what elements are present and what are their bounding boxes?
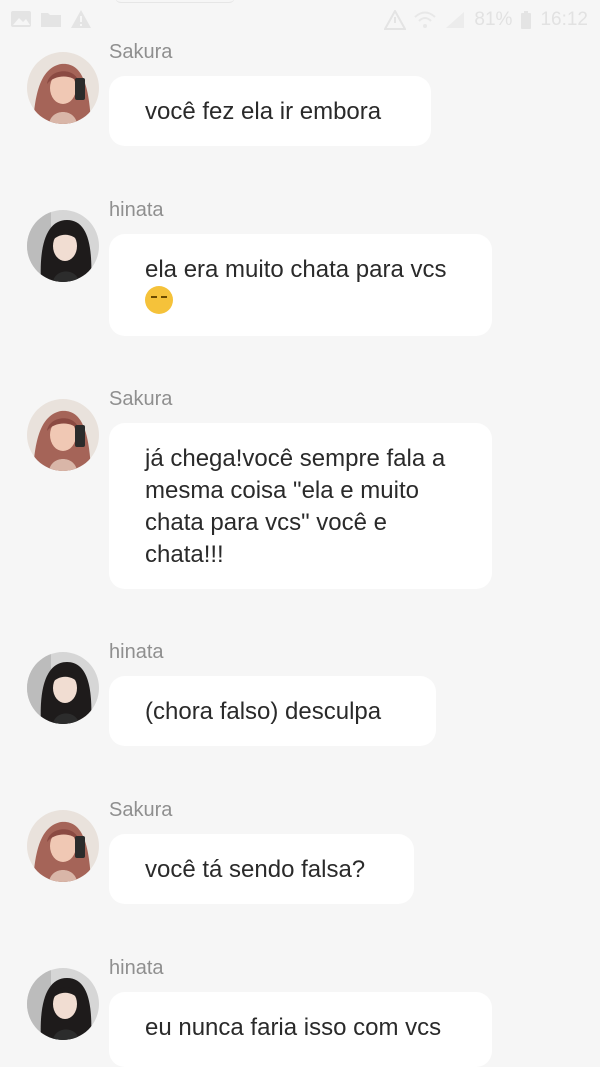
sender-name: hinata: [109, 199, 164, 221]
message-bubble[interactable]: você fez ela ir embora: [109, 76, 431, 146]
sakura-avatar[interactable]: [27, 399, 99, 471]
sender-name: Sakura: [109, 799, 173, 821]
hinata-avatar[interactable]: [27, 210, 99, 282]
chat-thread: Sakura você fez ela ir embora hinata ela…: [0, 0, 600, 1067]
message-text: você fez ela ir embora: [145, 98, 382, 125]
message-bubble[interactable]: eu nunca faria isso com vcs: [109, 992, 492, 1067]
message-text: ela era muito chata para vcs: [145, 256, 447, 283]
hinata-avatar[interactable]: [27, 968, 99, 1040]
message-text: (chora falso) desculpa: [145, 698, 382, 725]
message-bubble[interactable]: (chora falso) desculpa: [109, 676, 436, 746]
unamused-face-emoji: [145, 286, 173, 314]
message-bubble[interactable]: ela era muito chata para vcs: [109, 234, 492, 336]
message-bubble[interactable]: você tá sendo falsa?: [109, 834, 414, 904]
message-bubble[interactable]: já chega!você sempre fala a mesma coisa …: [109, 423, 492, 589]
sender-name: hinata: [109, 641, 164, 663]
sakura-avatar[interactable]: [27, 52, 99, 124]
message-text: eu nunca faria isso com vcs: [145, 1014, 442, 1041]
message-text: já chega!você sempre fala a mesma coisa …: [145, 445, 446, 568]
sender-name: Sakura: [109, 388, 173, 410]
sender-name: hinata: [109, 957, 164, 979]
sakura-avatar[interactable]: [27, 810, 99, 882]
hinata-avatar[interactable]: [27, 652, 99, 724]
sender-name: Sakura: [109, 41, 173, 63]
message-text: você tá sendo falsa?: [145, 856, 366, 883]
